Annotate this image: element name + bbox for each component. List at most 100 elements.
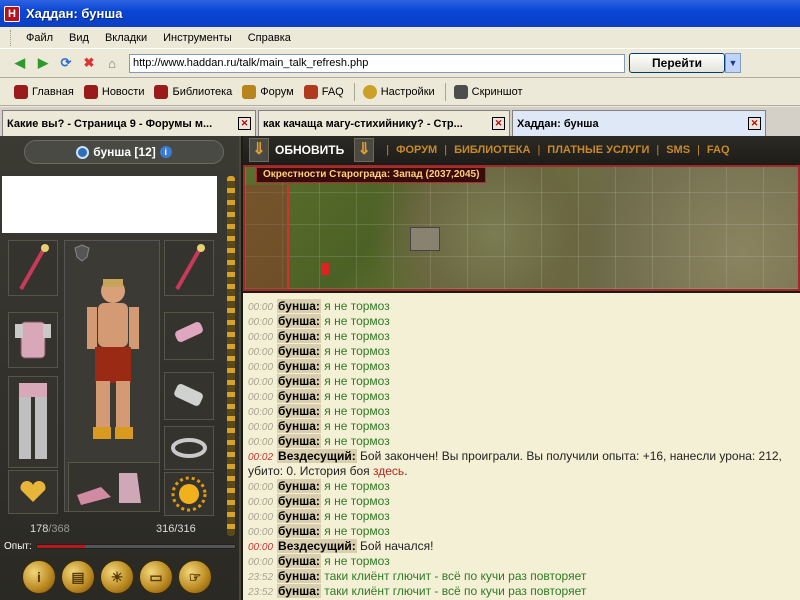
character-header[interactable]: бунша [12] i [24, 140, 224, 164]
leg-armor-icon [19, 383, 47, 459]
chat-nick[interactable]: бунша: [277, 299, 321, 313]
chat-text: я не тормоз [324, 329, 390, 343]
chat-timestamp: 00:00 [248, 437, 274, 448]
weapon-slot-right[interactable] [164, 240, 214, 296]
chat-nick[interactable]: бунша: [277, 389, 321, 403]
chat-nick[interactable]: бунша: [277, 404, 321, 418]
menu-help[interactable]: Справка [240, 32, 299, 44]
chat-nick[interactable]: бунша: [277, 419, 321, 433]
chat-message: 00:00 бунша: я не тормоз [248, 494, 800, 509]
close-icon[interactable]: ✕ [748, 117, 761, 130]
link-library[interactable]: БИБЛИОТЕКА [447, 144, 537, 156]
chat-message: 00:00 бунша: я не тормоз [248, 524, 800, 539]
armor-slot[interactable] [8, 312, 58, 368]
house-icon[interactable] [410, 227, 440, 251]
link-forum[interactable]: ФОРУМ [389, 144, 444, 156]
menu-tabs[interactable]: Вкладки [97, 32, 155, 44]
chat-timestamp: 00:00 [248, 497, 274, 508]
chat-nick[interactable]: бунша: [277, 374, 321, 388]
ring-slot[interactable] [164, 426, 214, 470]
gloves-slot[interactable] [164, 372, 214, 420]
refresh-button[interactable]: ОБНОВИТЬ [275, 143, 344, 157]
close-icon[interactable]: ✕ [238, 117, 251, 130]
chat-nick[interactable]: бунша: [277, 359, 321, 373]
sun-slot[interactable] [164, 472, 214, 516]
chat-nick[interactable]: Вездесущий: [277, 539, 357, 553]
info-icon[interactable]: i [159, 146, 172, 158]
chat-text: я не тормоз [324, 509, 390, 523]
reload-icon[interactable]: ⟳ [56, 53, 76, 73]
chat-nick[interactable]: бунша: [277, 584, 321, 598]
chat-nick[interactable]: бунша: [277, 434, 321, 448]
chat-nick[interactable]: бунша: [277, 344, 321, 358]
shield-icon [68, 240, 96, 266]
tab-forum-page[interactable]: Какие вы? - Страница 9 - Форумы м... ✕ [2, 110, 256, 136]
weapon-slot-left[interactable] [8, 240, 58, 296]
battle-history-link[interactable]: здесь [373, 464, 404, 478]
home-icon[interactable]: ⌂ [102, 53, 122, 73]
chat-message: 00:00 бунша: я не тормоз [248, 374, 800, 389]
boots-slot[interactable] [68, 462, 160, 512]
bookmark-label: Главная [32, 86, 74, 98]
close-icon[interactable]: ✕ [492, 117, 505, 130]
bookmark-screenshot[interactable]: Скриншот [453, 85, 523, 99]
bracer-icon [175, 321, 203, 343]
stop-icon[interactable]: ✖ [79, 53, 99, 73]
chat-timestamp: 00:00 [248, 407, 274, 418]
link-paid-services[interactable]: ПЛАТНЫЕ УСЛУГИ [540, 144, 656, 156]
chat-text: я не тормоз [324, 434, 390, 448]
go-button[interactable]: Перейти [629, 53, 725, 73]
map-caption: Окрестности Старограда: Запад (2037,2045… [256, 167, 487, 183]
bookmark-main[interactable]: Главная [14, 85, 74, 99]
tab-haddan-game[interactable]: Хаддан: бунша ✕ [512, 110, 766, 136]
hp-value: 178 [30, 523, 49, 535]
link-sms[interactable]: SMS [659, 144, 697, 156]
game-links: | ФОРУМ | БИБЛИОТЕКА | ПЛАТНЫЕ УСЛУГИ | … [386, 144, 736, 156]
chat-nick[interactable]: бунша: [277, 479, 321, 493]
location-map[interactable] [243, 165, 800, 291]
menu-view[interactable]: Вид [61, 32, 97, 44]
tab-mage-question[interactable]: как качаща магу-стихийнику? - Стр... ✕ [258, 110, 510, 136]
menu-file[interactable]: Файл [18, 32, 61, 44]
sun-button-icon[interactable]: ☀ [100, 560, 134, 594]
chat-nick[interactable]: бунша: [277, 314, 321, 328]
chat-timestamp: 00:00 [248, 422, 274, 433]
chat-nick[interactable]: бунша: [277, 494, 321, 508]
chat-nick[interactable]: бунша: [277, 509, 321, 523]
book-button-icon[interactable]: ▭ [139, 560, 173, 594]
chat-message: 00:00 бунша: я не тормоз [248, 509, 800, 524]
chat-log[interactable]: 00:00 бунша: я не тормоз 00:00 бунша: я не … [243, 293, 800, 600]
link-faq[interactable]: FAQ [700, 144, 737, 156]
camera-icon [453, 85, 468, 99]
chat-nick[interactable]: Вездесущий: [277, 449, 357, 463]
back-arrow-icon[interactable]: ◀ [10, 53, 30, 73]
chat-text: я не тормоз [324, 404, 390, 418]
chat-nick[interactable]: бунша: [277, 329, 321, 343]
chat-nick[interactable]: бунша: [277, 569, 321, 583]
info-button-icon[interactable]: i [22, 560, 56, 594]
bookmark-faq[interactable]: FAQ [303, 85, 344, 99]
inventory-button-icon[interactable]: ▤ [61, 560, 95, 594]
chat-message: 00:00 бунша: я не тормоз [248, 419, 800, 434]
mp-value: 316 [156, 523, 175, 535]
bookmark-forum[interactable]: Форум [242, 85, 294, 99]
chat-timestamp: 23:52 [248, 587, 274, 598]
bookmark-settings[interactable]: Настройки [362, 85, 435, 99]
go-dropdown-icon[interactable]: ▼ [725, 53, 741, 73]
down-arrow-icon[interactable]: ⇓ [249, 138, 269, 162]
bracer-slot[interactable] [164, 312, 214, 360]
bookmark-library[interactable]: Библиотека [154, 85, 232, 99]
chat-timestamp: 00:00 [248, 347, 274, 358]
chat-nick[interactable]: бунша: [277, 524, 321, 538]
bookmark-news[interactable]: Новости [83, 85, 144, 99]
heart-icon [20, 481, 46, 502]
down-arrow-icon[interactable]: ⇓ [354, 138, 375, 162]
forward-arrow-icon[interactable]: ▶ [33, 53, 53, 73]
menu-tools[interactable]: Инструменты [155, 32, 240, 44]
chat-timestamp: 00:00 [248, 392, 274, 403]
legs-slot[interactable] [8, 376, 58, 468]
amulet-slot[interactable] [8, 470, 58, 514]
chat-nick[interactable]: бунша: [277, 554, 321, 568]
hand-button-icon[interactable]: ☞ [178, 560, 212, 594]
url-input[interactable]: http://www.haddan.ru/talk/main_talk_refr… [129, 53, 625, 73]
